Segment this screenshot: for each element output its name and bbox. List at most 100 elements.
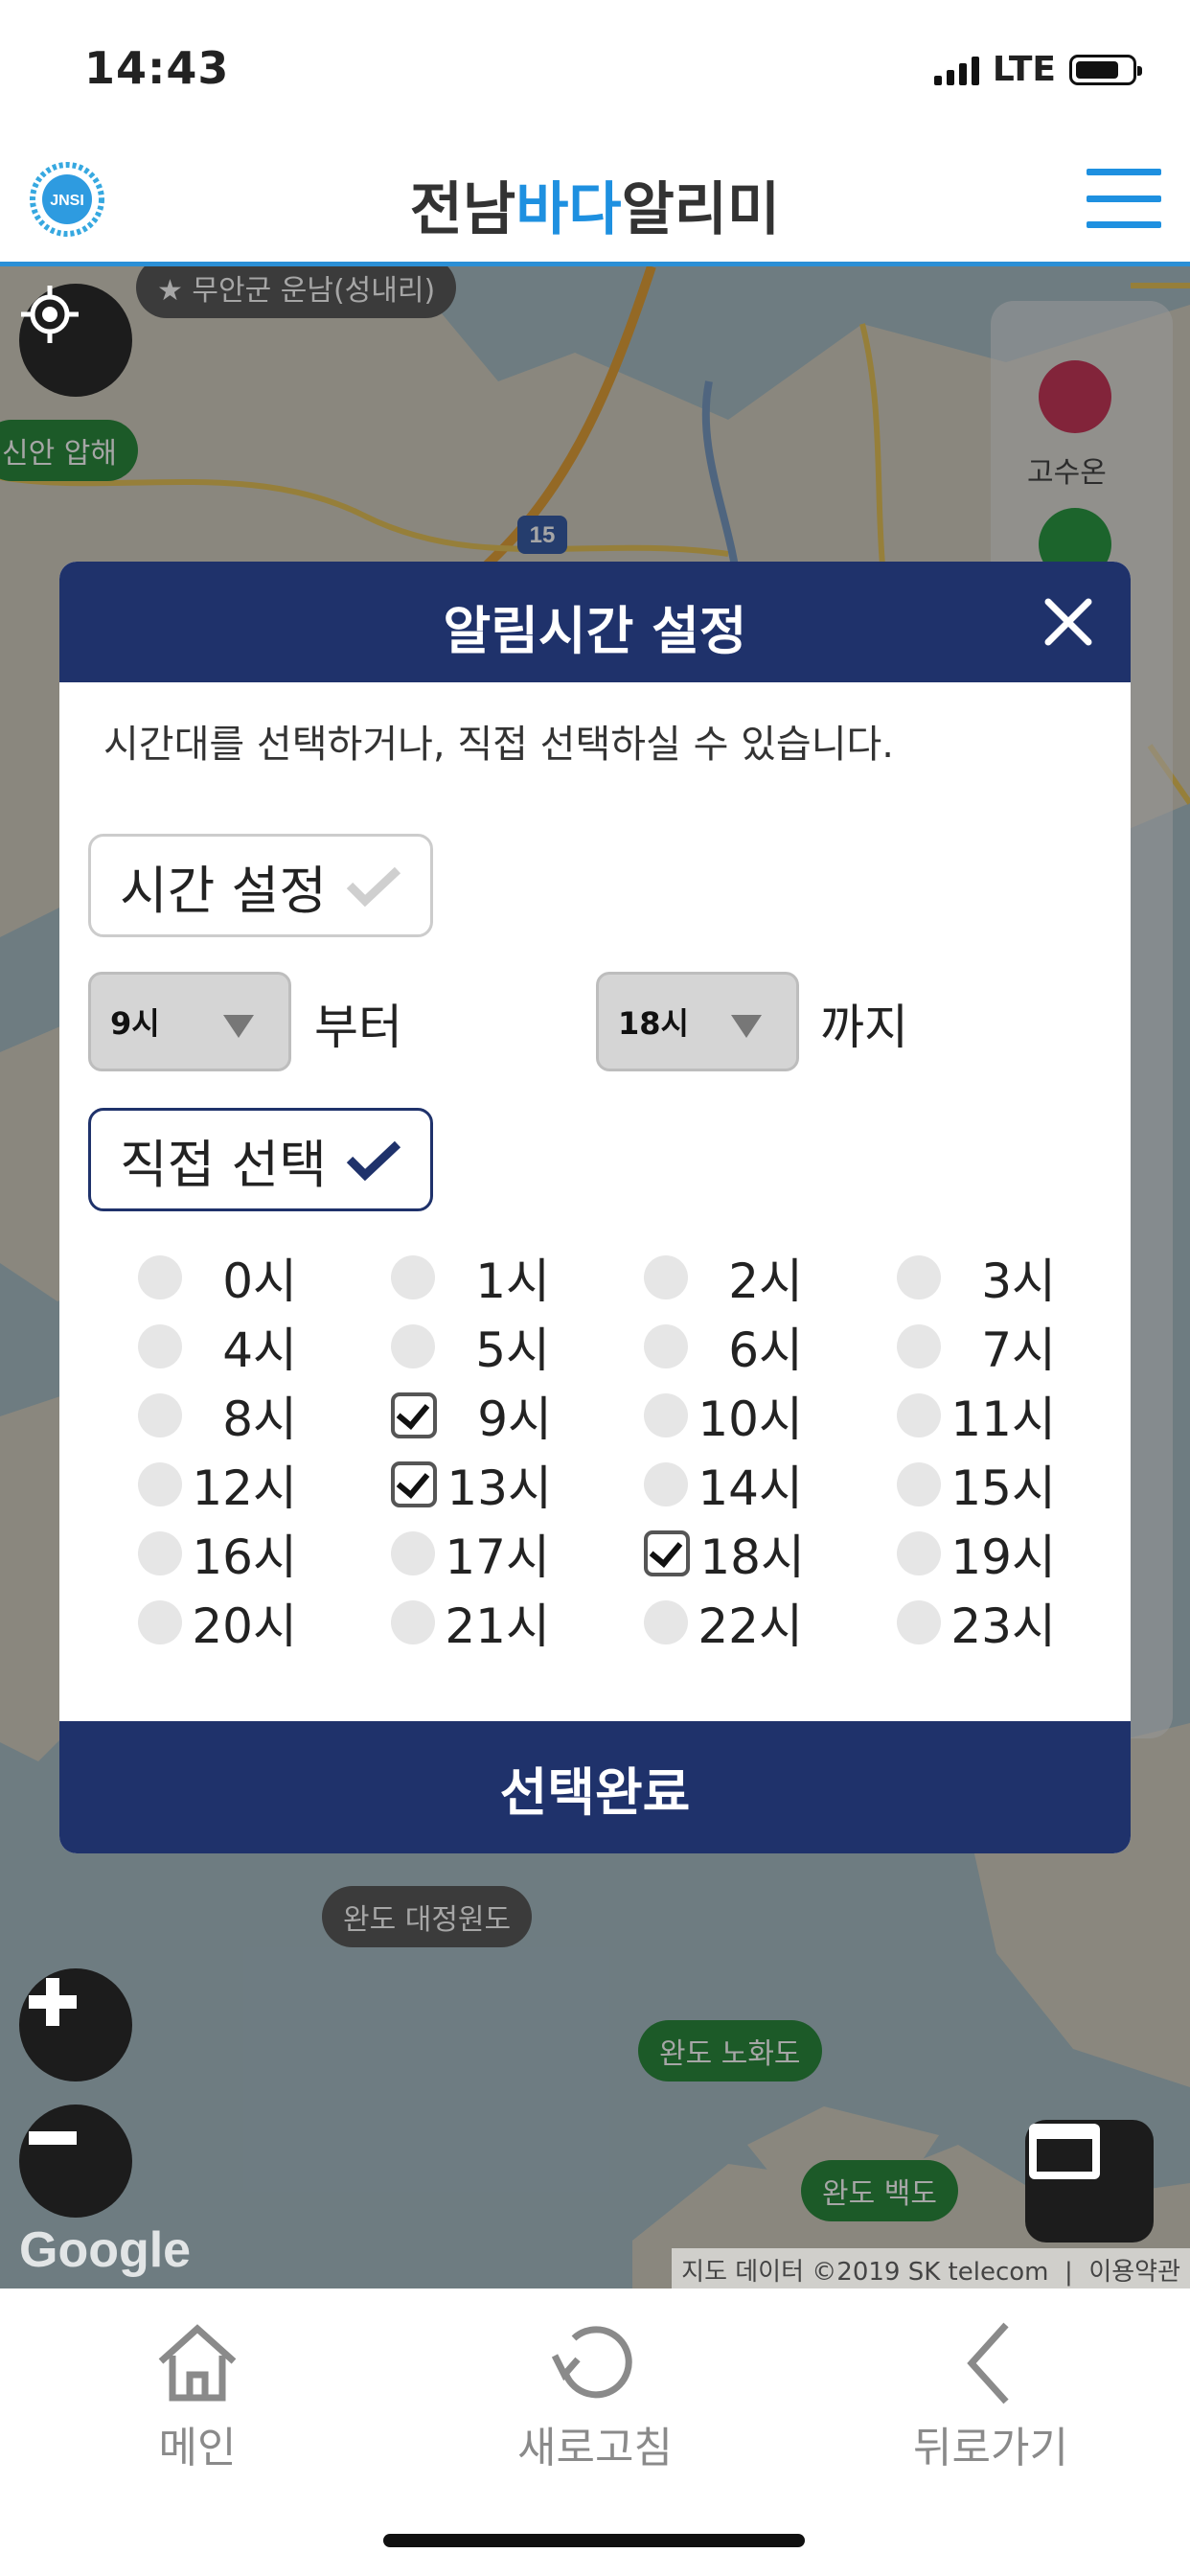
hour-option[interactable]: 11시 — [897, 1384, 1088, 1447]
app-header: JNSI 전남바다알리미 — [0, 134, 1190, 266]
hour-label: 11시 — [950, 1392, 1056, 1447]
hour-label: 15시 — [950, 1460, 1056, 1516]
hour-label: 23시 — [950, 1598, 1056, 1654]
hour-checkbox[interactable] — [644, 1530, 690, 1576]
nav-back[interactable]: 뒤로가기 — [847, 2317, 1134, 2474]
checkmark-icon — [346, 1140, 400, 1181]
hour-option[interactable]: 18시 — [644, 1522, 835, 1585]
hour-checkbox[interactable] — [138, 1531, 182, 1576]
hour-option[interactable]: 10시 — [644, 1384, 835, 1447]
direct-select-button[interactable]: 직접 선택 — [88, 1108, 433, 1211]
hour-label: 2시 — [728, 1254, 803, 1309]
hour-checkbox[interactable] — [138, 1393, 182, 1438]
hour-option[interactable]: 13시 — [391, 1453, 583, 1516]
nav-refresh-label: 새로고침 — [517, 2424, 673, 2472]
battery-icon — [1069, 54, 1142, 85]
hour-option[interactable]: 1시 — [391, 1246, 583, 1309]
hour-option[interactable]: 5시 — [391, 1315, 583, 1378]
hour-label: 4시 — [222, 1322, 297, 1378]
direct-select-label: 직접 선택 — [120, 1134, 327, 1195]
hour-checkbox[interactable] — [391, 1255, 435, 1300]
signal-icon — [933, 55, 979, 85]
hour-option[interactable]: 14시 — [644, 1453, 835, 1516]
hour-label: 8시 — [222, 1392, 297, 1447]
hour-option[interactable]: 20시 — [138, 1591, 330, 1654]
hour-label: 14시 — [698, 1460, 803, 1516]
hour-checkbox[interactable] — [897, 1324, 941, 1368]
hour-checkbox[interactable] — [644, 1600, 688, 1644]
zoom-out-button[interactable] — [19, 2104, 132, 2218]
hour-label: 17시 — [445, 1530, 550, 1585]
nav-main[interactable]: 메인 — [54, 2317, 341, 2474]
nav-refresh[interactable]: 새로고침 — [451, 2317, 739, 2474]
hour-checkbox[interactable] — [897, 1600, 941, 1644]
bottom-nav: 메인 새로고침 뒤로가기 — [0, 2288, 1190, 2576]
plus-icon — [29, 1978, 77, 2026]
hour-option[interactable]: 6시 — [644, 1315, 835, 1378]
hour-checkbox[interactable] — [391, 1600, 435, 1644]
hour-option[interactable]: 23시 — [897, 1591, 1088, 1654]
hour-option[interactable]: 12시 — [138, 1453, 330, 1516]
hour-option[interactable]: 2시 — [644, 1246, 835, 1309]
confirm-button[interactable]: 선택완료 — [59, 1721, 1131, 1853]
nav-main-label: 메인 — [158, 2424, 237, 2472]
hour-label: 21시 — [445, 1598, 550, 1654]
hour-option[interactable]: 8시 — [138, 1384, 330, 1447]
hour-checkbox[interactable] — [391, 1531, 435, 1576]
hour-option[interactable]: 17시 — [391, 1522, 583, 1585]
hour-checkbox[interactable] — [138, 1462, 182, 1506]
hour-checkbox[interactable] — [138, 1600, 182, 1644]
hour-checkbox[interactable] — [644, 1255, 688, 1300]
hour-checkbox[interactable] — [897, 1255, 941, 1300]
hour-option[interactable]: 7시 — [897, 1315, 1088, 1378]
hour-label: 10시 — [698, 1392, 803, 1447]
layer-toggle-button[interactable] — [1025, 2120, 1154, 2242]
time-setting-label: 시간 설정 — [120, 860, 327, 921]
from-hour-select[interactable]: 9시 — [88, 972, 291, 1071]
zoom-in-button[interactable] — [19, 1968, 132, 2082]
hour-label: 3시 — [981, 1254, 1056, 1309]
hour-option[interactable]: 0시 — [138, 1246, 330, 1309]
hour-checkbox[interactable] — [138, 1324, 182, 1368]
hour-option[interactable]: 21시 — [391, 1591, 583, 1654]
hour-label: 22시 — [698, 1598, 803, 1654]
attribution-text: 지도 데이터 ©2019 SK telecom — [681, 2258, 1049, 2287]
hour-option[interactable]: 4시 — [138, 1315, 330, 1378]
hour-label: 5시 — [475, 1322, 550, 1378]
status-bar: 14:43 LTE — [0, 0, 1190, 134]
modal-header: 알림시간 설정 — [59, 562, 1131, 682]
my-location-button[interactable] — [19, 284, 132, 397]
hour-checkbox[interactable] — [897, 1531, 941, 1576]
terms-link[interactable]: 이용약관 — [1088, 2258, 1180, 2287]
status-time: 14:43 — [84, 42, 230, 94]
title-part-2: 바다 — [515, 176, 622, 243]
hamburger-menu-icon[interactable] — [1087, 169, 1161, 228]
hour-checkbox[interactable] — [897, 1393, 941, 1438]
time-setting-button[interactable]: 시간 설정 — [88, 834, 433, 937]
hour-checkbox[interactable] — [391, 1324, 435, 1368]
to-hour-select[interactable]: 18시 — [596, 972, 799, 1071]
hour-checkbox[interactable] — [897, 1462, 941, 1506]
hour-checkbox[interactable] — [644, 1393, 688, 1438]
hour-option[interactable]: 16시 — [138, 1522, 330, 1585]
close-icon[interactable] — [1035, 588, 1102, 656]
title-part-1: 전남 — [409, 176, 516, 243]
hour-checkbox[interactable] — [391, 1461, 437, 1507]
dropdown-arrow-icon — [731, 1015, 762, 1038]
hour-checkbox[interactable] — [644, 1324, 688, 1368]
hour-option[interactable]: 19시 — [897, 1522, 1088, 1585]
hour-option[interactable]: 9시 — [391, 1384, 583, 1447]
hour-label: 19시 — [950, 1530, 1056, 1585]
home-icon — [158, 2324, 237, 2402]
hour-option[interactable]: 3시 — [897, 1246, 1088, 1309]
hour-checkbox[interactable] — [391, 1392, 437, 1438]
hour-checkbox[interactable] — [138, 1255, 182, 1300]
hour-label: 6시 — [728, 1322, 803, 1378]
hour-label: 7시 — [981, 1322, 1056, 1378]
status-right: LTE — [933, 50, 1142, 89]
hour-checkbox[interactable] — [644, 1462, 688, 1506]
refresh-icon — [551, 2326, 632, 2399]
hour-label: 0시 — [222, 1254, 297, 1309]
hour-option[interactable]: 15시 — [897, 1453, 1088, 1516]
hour-option[interactable]: 22시 — [644, 1591, 835, 1654]
